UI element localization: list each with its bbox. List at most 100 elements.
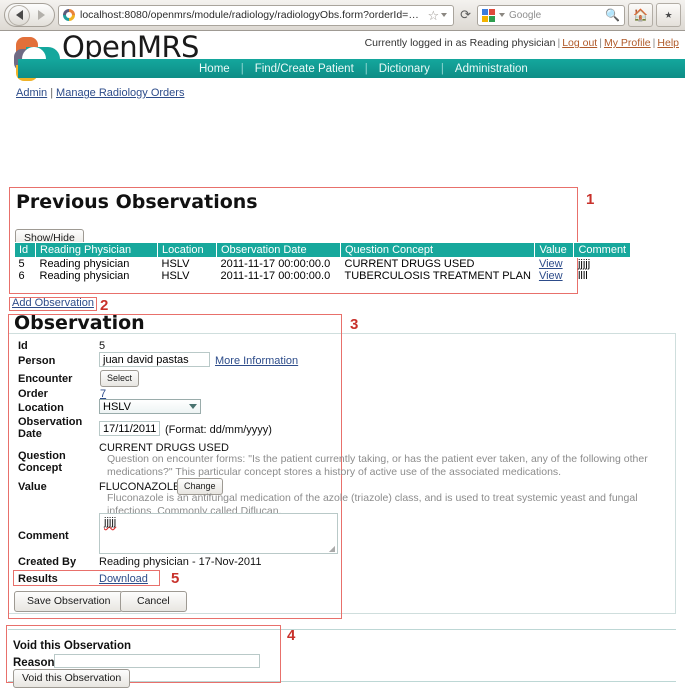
cell-date: 2011-11-17 00:00:00.0 [220, 258, 331, 270]
nav-item-home[interactable]: Home [188, 63, 241, 75]
column-header-physician[interactable]: Reading Physician [35, 242, 158, 258]
logged-in-text: Currently logged in as Reading physician [364, 37, 556, 49]
void-title: Void this Observation [13, 640, 131, 652]
cell-id: 5 [18, 258, 25, 270]
table-header-row: Id Reading Physician Location Observatio… [14, 242, 632, 258]
label-encounter: Encounter [18, 373, 73, 385]
label-question-concept: Question Concept [18, 450, 66, 474]
cell-id: 6 [18, 270, 25, 282]
logout-link[interactable]: Log out [562, 37, 597, 49]
comment-text: jjjjj [104, 516, 117, 528]
label-created-by: Created By [18, 556, 77, 568]
more-information-link[interactable]: More Information [215, 355, 298, 367]
label-id: Id [18, 340, 28, 352]
location-selected-value: HSLV [103, 400, 131, 413]
home-icon: 🏠 [633, 8, 648, 22]
site-favicon-icon [63, 9, 75, 21]
column-header-concept[interactable]: Question Concept [339, 242, 536, 258]
date-format-hint: (Format: dd/mm/yyyy) [165, 424, 272, 436]
label-order: Order [18, 388, 48, 400]
column-header-value[interactable]: Value [534, 242, 575, 258]
void-observation-button[interactable]: Void this Observation [13, 669, 131, 688]
column-header-date[interactable]: Observation Date [216, 242, 341, 258]
table-row[interactable]: 6 Reading physician HSLV 2011-11-17 00:0… [15, 270, 631, 282]
bookmark-star-button[interactable]: ☆ [425, 9, 449, 22]
location-select[interactable]: HSLV [99, 399, 201, 414]
google-icon [482, 8, 495, 22]
label-comment: Comment [18, 530, 69, 542]
cell-physician: Reading physician [39, 258, 130, 270]
person-input[interactable]: juan david pastas [99, 352, 210, 367]
observation-date-input[interactable]: 17/11/2011 [99, 421, 160, 436]
main-navigation: Home | Find/Create Patient | Dictionary … [18, 59, 685, 78]
observation-title: Observation [14, 312, 145, 334]
label-observation-date: Observation Date [18, 416, 83, 440]
label-value: Value [18, 481, 47, 493]
help-link[interactable]: Help [657, 37, 679, 49]
previous-observations-title: Previous Observations [16, 191, 258, 213]
breadcrumb-manage-radiology-orders[interactable]: Manage Radiology Orders [56, 87, 184, 99]
cancel-button[interactable]: Cancel [120, 591, 187, 612]
cell-date: 2011-11-17 00:00:00.0 [220, 270, 331, 282]
back-arrow-icon [15, 10, 23, 20]
breadcrumb: Admin | Manage Radiology Orders [16, 87, 185, 99]
label-results: Results [18, 573, 58, 585]
cell-location: HSLV [161, 270, 190, 282]
value-id: 5 [99, 340, 106, 352]
app-header: OpenMRS Currently logged in as Reading p… [0, 30, 685, 81]
cell-physician: Reading physician [39, 270, 130, 282]
search-icon[interactable]: 🔍 [605, 8, 620, 22]
cell-comment: llll [577, 270, 588, 282]
page-content: Admin | Manage Radiology Orders 1 Previous… [0, 78, 685, 688]
cell-concept: CURRENT DRUGS USED [344, 258, 475, 270]
column-header-location[interactable]: Location [157, 242, 217, 258]
download-link[interactable]: Download [99, 573, 148, 585]
chevron-down-icon [441, 13, 448, 17]
nav-item-administration[interactable]: Administration [444, 63, 539, 75]
nav-item-dictionary[interactable]: Dictionary [368, 63, 441, 75]
void-reason-input[interactable] [54, 654, 260, 668]
previous-observations-table: Id Reading Physician Location Observatio… [14, 242, 632, 282]
search-engine-chevron-icon[interactable] [499, 13, 505, 17]
annotation-number-5: 5 [171, 570, 180, 587]
home-button[interactable]: 🏠 [628, 3, 653, 27]
cell-concept: TUBERCULOSIS TREATMENT PLAN [344, 270, 531, 282]
label-person: Person [18, 355, 56, 367]
resize-grip-icon[interactable]: ◢ [329, 545, 335, 553]
annotation-number-1: 1 [586, 191, 595, 208]
view-link[interactable]: View [539, 270, 563, 282]
cell-location: HSLV [161, 258, 190, 270]
reload-button[interactable]: ⟳ [457, 8, 474, 23]
table-row[interactable]: 5 Reading physician HSLV 2011-11-17 00:0… [15, 258, 631, 270]
star-icon: ☆ [427, 7, 440, 23]
address-bar[interactable]: localhost:8080/openmrs/module/radiology/… [58, 4, 455, 26]
label-location: Location [18, 402, 64, 414]
back-button[interactable] [8, 4, 30, 26]
my-profile-link[interactable]: My Profile [604, 37, 651, 49]
chevron-down-icon [189, 404, 197, 409]
cell-comment: jjjjj [577, 258, 591, 270]
user-bar: Currently logged in as Reading physician… [364, 37, 679, 49]
forward-arrow-icon [37, 10, 45, 20]
cell-value: View [535, 258, 574, 270]
column-header-comment[interactable]: Comment [573, 242, 632, 258]
view-link[interactable]: View [539, 258, 563, 270]
column-header-id[interactable]: Id [14, 242, 36, 258]
breadcrumb-admin[interactable]: Admin [16, 87, 47, 99]
annotation-number-4: 4 [287, 627, 296, 644]
nav-buttons [4, 3, 55, 27]
save-observation-button[interactable]: Save Observation [14, 591, 124, 612]
bookmarks-button[interactable]: ★ [656, 3, 681, 27]
encounter-select-button[interactable]: Select [100, 370, 140, 387]
nav-item-find-create-patient[interactable]: Find/Create Patient [244, 63, 365, 75]
url-text: localhost:8080/openmrs/module/radiology/… [80, 9, 420, 21]
search-bar[interactable]: Google 🔍 [477, 4, 625, 26]
add-observation-link[interactable]: Add Observation [12, 297, 94, 309]
annotation-number-3: 3 [350, 316, 359, 333]
browser-toolbar: localhost:8080/openmrs/module/radiology/… [0, 0, 685, 31]
void-reason-label: Reason [13, 657, 55, 669]
bookmark-icon: ★ [664, 9, 673, 20]
comment-textarea[interactable]: jjjjj ◢ [99, 513, 338, 554]
search-input[interactable]: Google [509, 10, 541, 21]
forward-button[interactable] [31, 6, 51, 25]
